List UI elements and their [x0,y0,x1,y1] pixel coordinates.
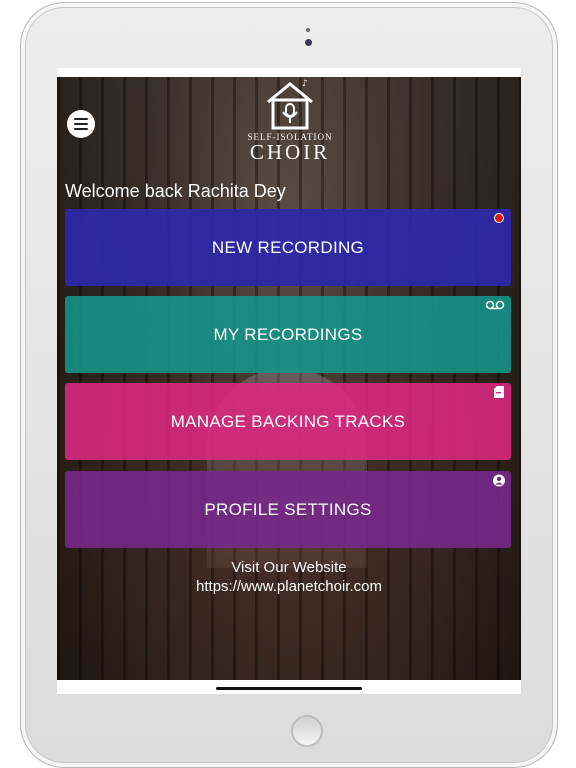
hamburger-menu-icon [74,118,88,120]
svg-text:♪: ♪ [302,79,308,89]
my-recordings-button[interactable]: MY RECORDINGS [65,296,511,373]
front-camera [305,39,312,46]
house-microphone-icon: ♪ [267,79,313,130]
my-recordings-label: MY RECORDINGS [213,324,363,344]
manage-backing-tracks-label: MANAGE BACKING TRACKS [170,411,406,431]
hamburger-line [74,128,88,130]
profile-settings-button[interactable]: PROFILE SETTINGS [65,471,511,548]
welcome-message: Welcome back Rachita Dey [65,181,286,201]
record-dot-icon [493,212,505,224]
manage-backing-tracks-button[interactable]: MANAGE BACKING TRACKS [65,383,511,460]
app-screen: ♪ SELF-ISOLATION CHOIR Welcome back Rach… [57,68,521,694]
menu-button[interactable] [67,110,95,138]
footer-title: Visit Our Website [231,559,347,576]
new-recording-label: NEW RECORDING [211,237,365,257]
website-link[interactable]: Visit Our Website https://www.planetchoi… [57,558,521,596]
document-icon [493,386,505,398]
voicemail-icon [485,299,505,311]
sensor-dot [306,28,310,32]
home-indicator[interactable] [216,687,362,690]
hamburger-line [74,123,88,125]
profile-settings-label: PROFILE SETTINGS [204,499,372,519]
status-bar [57,68,521,77]
footer-url[interactable]: https://www.planetchoir.com [57,577,521,596]
app-logo: ♪ SELF-ISOLATION CHOIR [235,78,345,168]
new-recording-button[interactable]: NEW RECORDING [65,209,511,286]
user-circle-icon [493,474,505,486]
logo-title: CHOIR [249,140,331,164]
home-button[interactable] [291,715,323,747]
